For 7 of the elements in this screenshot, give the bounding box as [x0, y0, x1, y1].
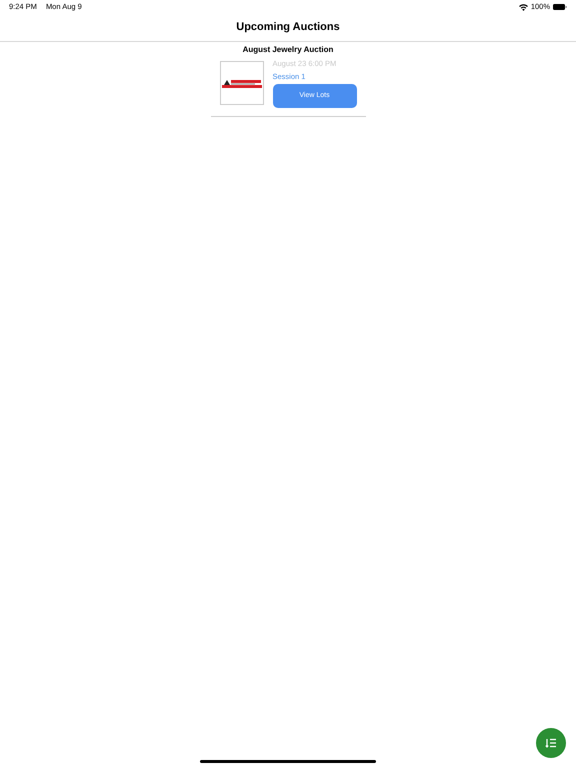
sort-list-icon	[545, 738, 557, 748]
list-button[interactable]	[536, 728, 566, 758]
page-title: Upcoming Auctions	[236, 20, 340, 36]
battery-icon	[553, 4, 567, 10]
auction-title: August Jewelry Auction	[242, 44, 334, 56]
auction-logo	[220, 61, 264, 105]
wifi-icon	[518, 4, 528, 10]
